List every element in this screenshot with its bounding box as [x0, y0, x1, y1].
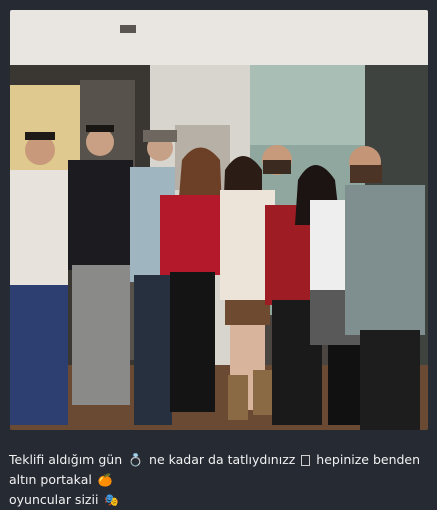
group-photo-illustration	[10, 10, 428, 430]
post-caption: Teklifi aldığım gün 💍 ne kadar da tatlıy…	[9, 450, 429, 510]
ring-emoji-icon: 💍	[128, 453, 144, 467]
ceiling-light-icon	[120, 25, 136, 33]
post-card: Teklifi aldığım gün 💍 ne kadar da tatlıy…	[0, 0, 437, 507]
post-photo[interactable]	[10, 10, 428, 430]
caption-part-2: ne kadar da tatlıydınızz	[149, 452, 296, 467]
theater-masks-emoji-icon: 🎭	[104, 493, 120, 507]
orange-emoji-icon: 🍊	[97, 473, 113, 487]
missing-glyph-icon	[301, 455, 311, 466]
caption-part-1: Teklifi aldığım gün	[9, 452, 123, 467]
